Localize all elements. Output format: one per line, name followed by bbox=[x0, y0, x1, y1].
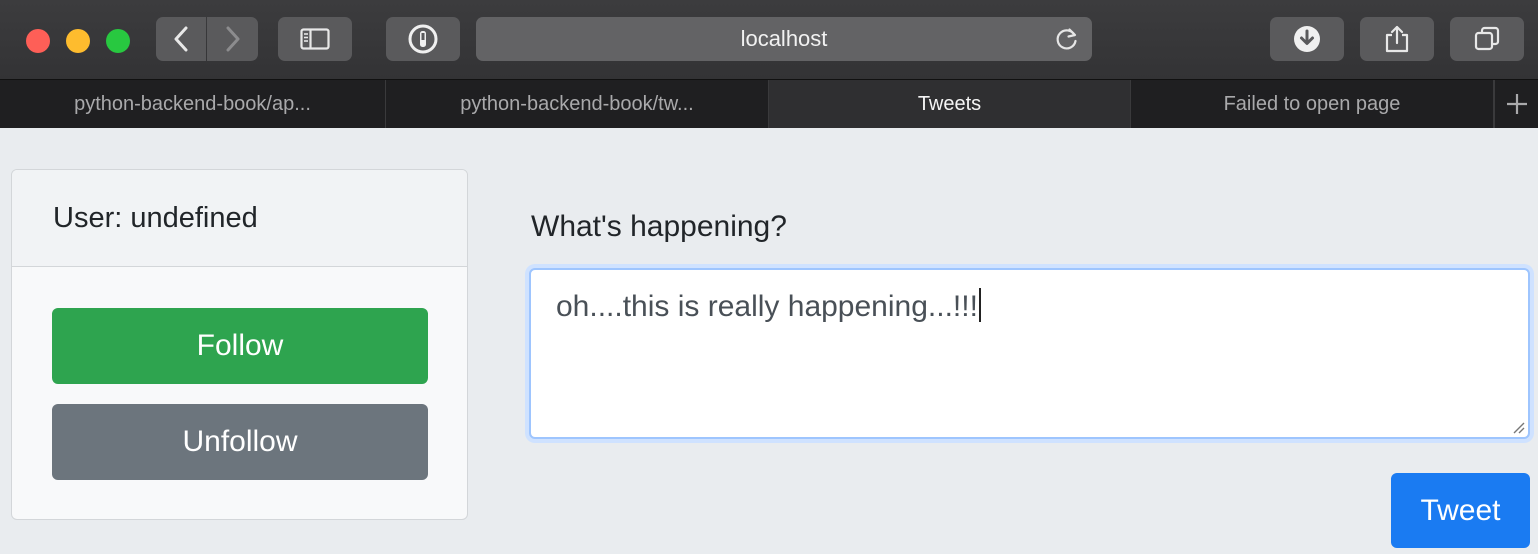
browser-toolbar: localhost bbox=[0, 0, 1538, 79]
back-button[interactable] bbox=[156, 17, 206, 61]
address-text: localhost bbox=[740, 26, 828, 51]
share-icon bbox=[1385, 25, 1409, 53]
minimize-window-button[interactable] bbox=[66, 29, 90, 53]
text-caret bbox=[978, 288, 981, 322]
tab-python-backend-api[interactable]: python-backend-book/ap... bbox=[0, 80, 386, 128]
share-button[interactable] bbox=[1360, 17, 1434, 61]
address-bar[interactable]: localhost bbox=[476, 17, 1092, 61]
back-icon bbox=[174, 26, 188, 52]
tabs-overview-icon bbox=[1474, 26, 1500, 51]
forward-button[interactable] bbox=[207, 17, 258, 61]
tweet-button[interactable]: Tweet bbox=[1391, 473, 1530, 548]
tab-label: python-backend-book/ap... bbox=[74, 92, 311, 115]
zoom-window-button[interactable] bbox=[106, 29, 130, 53]
tweet-prompt-label: What's happening? bbox=[531, 210, 787, 243]
reload-icon[interactable] bbox=[1054, 26, 1080, 52]
tab-label: Tweets bbox=[917, 92, 982, 115]
tab-bar: python-backend-book/ap... python-backend… bbox=[0, 79, 1538, 128]
tab-failed-to-open[interactable]: Failed to open page bbox=[1131, 80, 1494, 128]
password-manager-button[interactable] bbox=[386, 17, 460, 61]
tweet-textarea[interactable]: oh....this is really happening...!!! bbox=[529, 268, 1530, 439]
password-icon bbox=[408, 24, 438, 54]
forward-icon bbox=[226, 26, 239, 52]
user-label: User: undefined bbox=[53, 201, 258, 234]
downloads-button[interactable] bbox=[1270, 17, 1344, 61]
sidebar-button[interactable] bbox=[278, 17, 352, 61]
tweet-text: oh....this is really happening...!!! bbox=[556, 290, 978, 323]
close-window-button[interactable] bbox=[26, 29, 50, 53]
new-tab-button[interactable] bbox=[1494, 80, 1538, 128]
follow-button[interactable]: Follow bbox=[52, 308, 428, 384]
tab-tweets[interactable]: Tweets bbox=[769, 80, 1131, 128]
resize-handle-icon[interactable] bbox=[1511, 420, 1525, 434]
tab-overview-button[interactable] bbox=[1450, 17, 1524, 61]
sidebar-icon bbox=[300, 28, 330, 50]
plus-icon bbox=[1507, 94, 1527, 114]
tab-label: python-backend-book/tw... bbox=[460, 92, 694, 115]
tab-python-backend-tweets[interactable]: python-backend-book/tw... bbox=[386, 80, 769, 128]
unfollow-button[interactable]: Unfollow bbox=[52, 404, 428, 480]
user-card-header: User: undefined bbox=[12, 170, 467, 267]
tab-label: Failed to open page bbox=[1223, 92, 1401, 115]
user-card: User: undefined Follow Unfollow bbox=[11, 169, 468, 520]
download-icon bbox=[1294, 26, 1320, 52]
